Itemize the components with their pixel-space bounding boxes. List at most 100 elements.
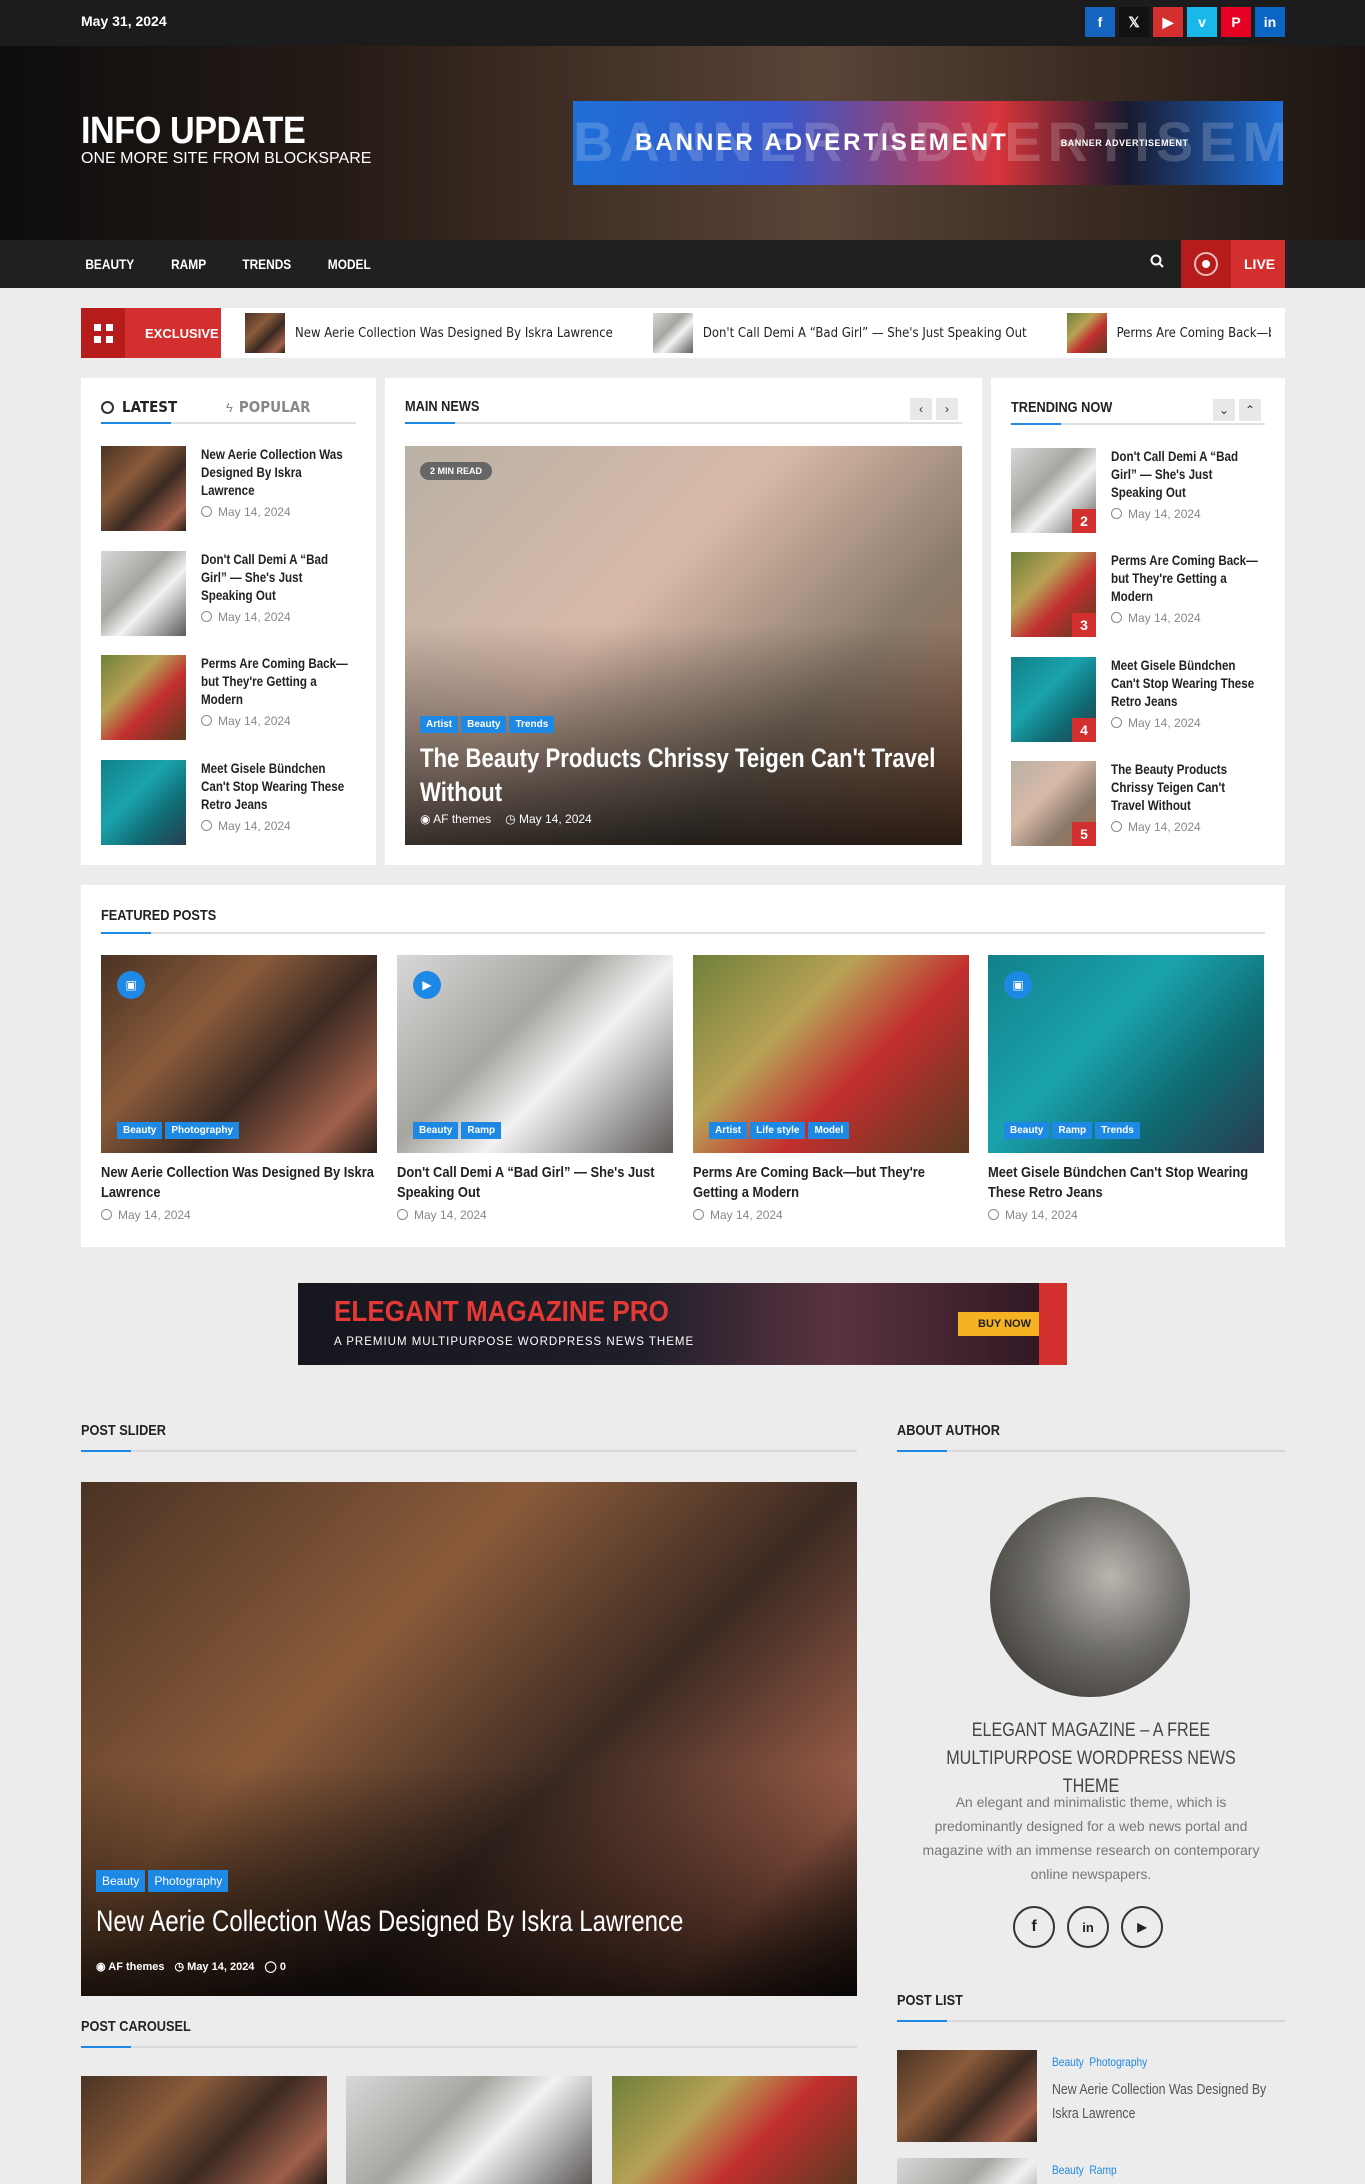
x-icon[interactable]: 𝕏: [1119, 7, 1149, 37]
post-thumbnail: [101, 760, 186, 845]
tag-chip[interactable]: Artist: [420, 716, 459, 733]
main-news-title[interactable]: The Beauty Products Chrissy Teigen Can't…: [420, 741, 945, 809]
tag-chip[interactable]: Artist: [709, 1122, 748, 1139]
list-item[interactable]: Don't Call Demi A “Bad Girl” — She's Jus…: [101, 551, 376, 636]
main-nav: BEAUTY RAMP TRENDS MODEL LIVE: [0, 240, 1365, 288]
linkedin-icon[interactable]: in: [1067, 1906, 1109, 1948]
post-thumbnail: 4: [1011, 657, 1096, 742]
section-title: MAIN NEWS: [405, 398, 480, 415]
post-date: May 14, 2024: [414, 1208, 487, 1222]
vimeo-icon[interactable]: v: [1187, 7, 1217, 37]
main-news-image[interactable]: 2 MIN READ Artist Beauty Trends The Beauty…: [405, 446, 962, 845]
list-item[interactable]: 2 Don't Call Demi A “Bad Girl” — She's J…: [1011, 448, 1286, 533]
buy-now-button[interactable]: BUY NOW: [958, 1312, 1051, 1336]
tag-chip[interactable]: Beauty: [413, 1122, 459, 1139]
list-item[interactable]: Meet Gisele Bündchen Can't Stop Wearing …: [101, 760, 376, 845]
ticker-item[interactable]: New Aerie Collection Was Designed By Isk…: [245, 313, 613, 353]
tag-list: Beauty Photography: [96, 1870, 231, 1892]
banner-advertisement[interactable]: BANNER ADVERTISEME BANNER ADVERTISEMENT …: [573, 101, 1283, 185]
carousel-item[interactable]: [81, 2076, 327, 2184]
post-thumbnail: 5: [1011, 761, 1096, 846]
ticker-thumb: [245, 313, 285, 353]
promo-title: ELEGANT MAGAZINE PRO: [334, 1296, 669, 1328]
list-item[interactable]: New Aerie Collection Was Designed By Isk…: [101, 446, 376, 531]
tag-chip[interactable]: Trends: [509, 716, 555, 733]
tag-chip[interactable]: Beauty: [461, 716, 507, 733]
tag-chip[interactable]: Photography: [148, 1870, 229, 1892]
post-title[interactable]: Meet Gisele Bündchen Can't Stop Wearing …: [988, 1163, 1263, 1203]
ticker-item[interactable]: Don't Call Demi A “Bad Girl” — She's Jus…: [652, 313, 1027, 353]
live-button[interactable]: LIVE: [1181, 240, 1285, 288]
pinterest-icon[interactable]: P: [1221, 7, 1251, 37]
post-thumbnail: ▣ Beauty Photography: [101, 955, 377, 1153]
nav-item-model[interactable]: MODEL: [328, 256, 371, 272]
tag-chip[interactable]: Life style: [750, 1122, 806, 1139]
list-item[interactable]: Beauty Ramp: [897, 2158, 1285, 2184]
tab-latest[interactable]: LATEST: [101, 398, 177, 416]
list-item[interactable]: 3 Perms Are Coming Back—but They're Gett…: [1011, 552, 1286, 637]
linkedin-icon[interactable]: in: [1255, 7, 1285, 37]
youtube-icon[interactable]: ▶: [1121, 1906, 1163, 1948]
current-date: May 31, 2024: [81, 13, 167, 29]
search-icon[interactable]: [1150, 254, 1164, 273]
list-item[interactable]: Perms Are Coming Back—but They're Gettin…: [101, 655, 376, 740]
tag-chip[interactable]: Model: [808, 1122, 850, 1139]
tag-chip[interactable]: Ramp: [1052, 1122, 1093, 1139]
section-title: POST CAROUSEL: [81, 2018, 191, 2035]
promo-banner[interactable]: ELEGANT MAGAZINE PRO A PREMIUM MULTIPURP…: [298, 1283, 1067, 1365]
featured-post-card[interactable]: Artist Life style Model Perms Are Coming B…: [693, 955, 969, 1222]
tag-chip[interactable]: Beauty: [117, 1122, 163, 1139]
facebook-icon[interactable]: f: [1013, 1906, 1055, 1948]
post-tags[interactable]: Beauty Photography: [1052, 2055, 1147, 2069]
tag-chip[interactable]: Photography: [165, 1122, 240, 1139]
image-icon: ▣: [1004, 971, 1032, 999]
featured-post-card[interactable]: ▣ Beauty Ramp Trends Meet Gisele Bündchen C…: [988, 955, 1264, 1222]
nav-item-trends[interactable]: TRENDS: [242, 256, 291, 272]
facebook-icon[interactable]: f: [1085, 7, 1115, 37]
next-arrow-icon[interactable]: ›: [936, 398, 958, 420]
post-title[interactable]: Don't Call Demi A “Bad Girl” — She's Jus…: [397, 1163, 672, 1203]
tag-chip[interactable]: Beauty: [1004, 1122, 1050, 1139]
carousel-item[interactable]: [612, 2076, 857, 2184]
post-slider-slide[interactable]: Beauty Photography New Aerie Collection W…: [81, 1482, 857, 1996]
site-tagline: ONE MORE SITE FROM BLOCKSPARE: [81, 150, 372, 167]
slide-title[interactable]: New Aerie Collection Was Designed By Isk…: [96, 1905, 683, 1939]
chevron-up-icon[interactable]: ⌃: [1239, 399, 1261, 421]
clock-icon: [101, 400, 114, 414]
about-text: An elegant and minimalistic theme, which…: [922, 1794, 1260, 1882]
post-title[interactable]: Perms Are Coming Back—but They're Gettin…: [693, 1163, 968, 1203]
site-title[interactable]: INFO UPDATE: [81, 110, 306, 153]
list-item[interactable]: 4 Meet Gisele Bündchen Can't Stop Wearin…: [1011, 657, 1286, 742]
live-icon: [1194, 252, 1218, 276]
post-thumbnail: ▶ Beauty Ramp: [397, 955, 673, 1153]
post-title[interactable]: New Aerie Collection Was Designed By Isk…: [1052, 2078, 1273, 2126]
comment-count[interactable]: ◯ 0: [264, 1960, 286, 1973]
tab-popular[interactable]: ϟ POPULAR: [226, 398, 311, 416]
tag-chip[interactable]: Trends: [1095, 1122, 1140, 1139]
nav-item-beauty[interactable]: BEAUTY: [85, 256, 134, 272]
author-name[interactable]: ◉ AF themes: [420, 812, 491, 826]
main-news-widget: MAIN NEWS ‹ › 2 MIN READ Artist Beauty Tre…: [385, 378, 982, 865]
live-label: LIVE: [1244, 256, 1276, 272]
about-title: ELEGANT MAGAZINE – A FREE MULTIPURPOSE W…: [946, 1720, 1236, 1797]
nav-item-ramp[interactable]: RAMP: [171, 256, 206, 272]
post-title[interactable]: New Aerie Collection Was Designed By Isk…: [101, 1163, 376, 1203]
youtube-icon[interactable]: ▶: [1153, 7, 1183, 37]
post-tags[interactable]: Beauty Ramp: [1052, 2163, 1117, 2177]
ticker-item[interactable]: Perms Are Coming Back—but They're Gettin…: [1066, 313, 1271, 353]
prev-arrow-icon[interactable]: ‹: [910, 398, 932, 420]
promo-subtitle: A PREMIUM MULTIPURPOSE WORDPRESS NEWS TH…: [334, 1336, 695, 1348]
featured-post-card[interactable]: ▣ Beauty Photography New Aerie Collection …: [101, 955, 377, 1222]
list-item[interactable]: Beauty Photography New Aerie Collection …: [897, 2050, 1285, 2142]
chevron-down-icon[interactable]: ⌄: [1213, 399, 1235, 421]
carousel-item[interactable]: [346, 2076, 592, 2184]
list-item[interactable]: 5 The Beauty Products Chrissy Teigen Can…: [1011, 761, 1286, 846]
user-icon: ◉: [96, 1961, 109, 1973]
rank-badge: 4: [1072, 718, 1096, 742]
featured-post-card[interactable]: ▶ Beauty Ramp Don't Call Demi A “Bad Girl”…: [397, 955, 673, 1222]
banner-ghost-text: BANNER ADVERTISEME: [573, 110, 1283, 173]
tag-chip[interactable]: Ramp: [461, 1122, 502, 1139]
author-name[interactable]: ◉ AF themes: [96, 1960, 165, 1973]
post-thumbnail: Artist Life style Model: [693, 955, 969, 1153]
tag-chip[interactable]: Beauty: [96, 1870, 146, 1892]
